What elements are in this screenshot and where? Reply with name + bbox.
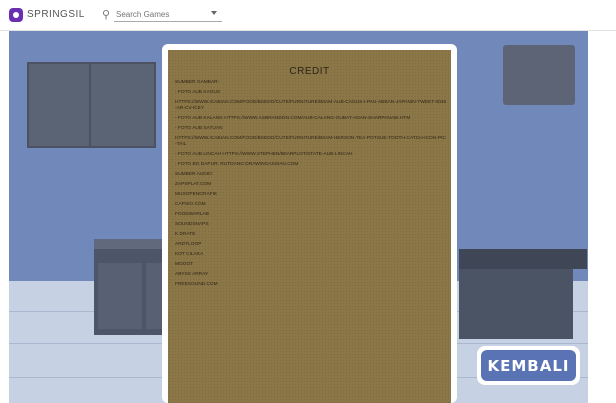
brand-name[interactable]: SPRINGSIL	[27, 9, 85, 20]
list-item: SUMBER AUDIO:	[175, 172, 214, 177]
list-item: - FOTO AUB KAGUS	[175, 90, 221, 95]
app-logo-icon[interactable]	[9, 8, 23, 22]
list-item: - FOTO AUB LINCAH HTTPS://WWW.STEPHEN/B0…	[175, 152, 353, 157]
list-item: - FOTO AUB KALANG HTTPS://WWW.ASBRANDON.…	[175, 116, 411, 121]
list-item: HTTPS://WWW.ICABIAN.COM/FOOD/BSEDO/CUTE/…	[175, 136, 446, 147]
list-item: ABYSS ARRAY	[175, 272, 209, 277]
list-item: SUMBER GAMBAR:	[175, 80, 219, 85]
list-item: MOOOT	[175, 262, 194, 267]
list-item: - FOTO BG DAPUR: RUTDANG DRAWINGASSIAN.C…	[175, 162, 299, 167]
list-item: ARDTLOOP	[175, 242, 202, 247]
list-item: - FOTO AUB SATUAN	[175, 126, 223, 131]
back-button-label: KEMBALI	[481, 350, 576, 381]
list-item: HTTPS://WWW.ICABIAN.COM/FOOD/BSEDO/CUTE/…	[175, 100, 447, 111]
list-item: KOT CILAKA	[175, 252, 204, 257]
back-button[interactable]: KEMBALI	[477, 346, 580, 385]
range-hood	[503, 45, 575, 105]
list-item: CAPSIO.COM	[175, 202, 206, 207]
credit-list: SUMBER GAMBAR: - FOTO AUB KAGUS HTTPS://…	[175, 80, 447, 292]
list-item: K DRATE	[175, 232, 196, 237]
search-icon: ⚲	[102, 9, 111, 21]
credit-panel: CREDIT SUMBER GAMBAR: - FOTO AUB KAGUS H…	[168, 50, 451, 403]
list-item: FOODWARLAB	[175, 212, 209, 217]
stove-cabinet	[459, 269, 573, 339]
chevron-down-icon[interactable]	[211, 11, 217, 15]
stove-top	[459, 249, 587, 269]
wall-cabinet	[27, 62, 156, 148]
top-toolbar: SPRINGSIL ⚲	[0, 0, 616, 31]
search-input[interactable]	[114, 7, 222, 22]
list-item: SOUNDSNAPS	[175, 222, 209, 227]
list-item: ZAPSPLAT.COM	[175, 182, 212, 187]
list-item: MUSOPENGRAFIK	[175, 192, 218, 197]
credit-title: CREDIT	[289, 66, 330, 77]
list-item: FREESOUND.COM	[175, 282, 218, 287]
credit-dialog: CREDIT SUMBER GAMBAR: - FOTO AUB KAGUS H…	[162, 44, 457, 403]
